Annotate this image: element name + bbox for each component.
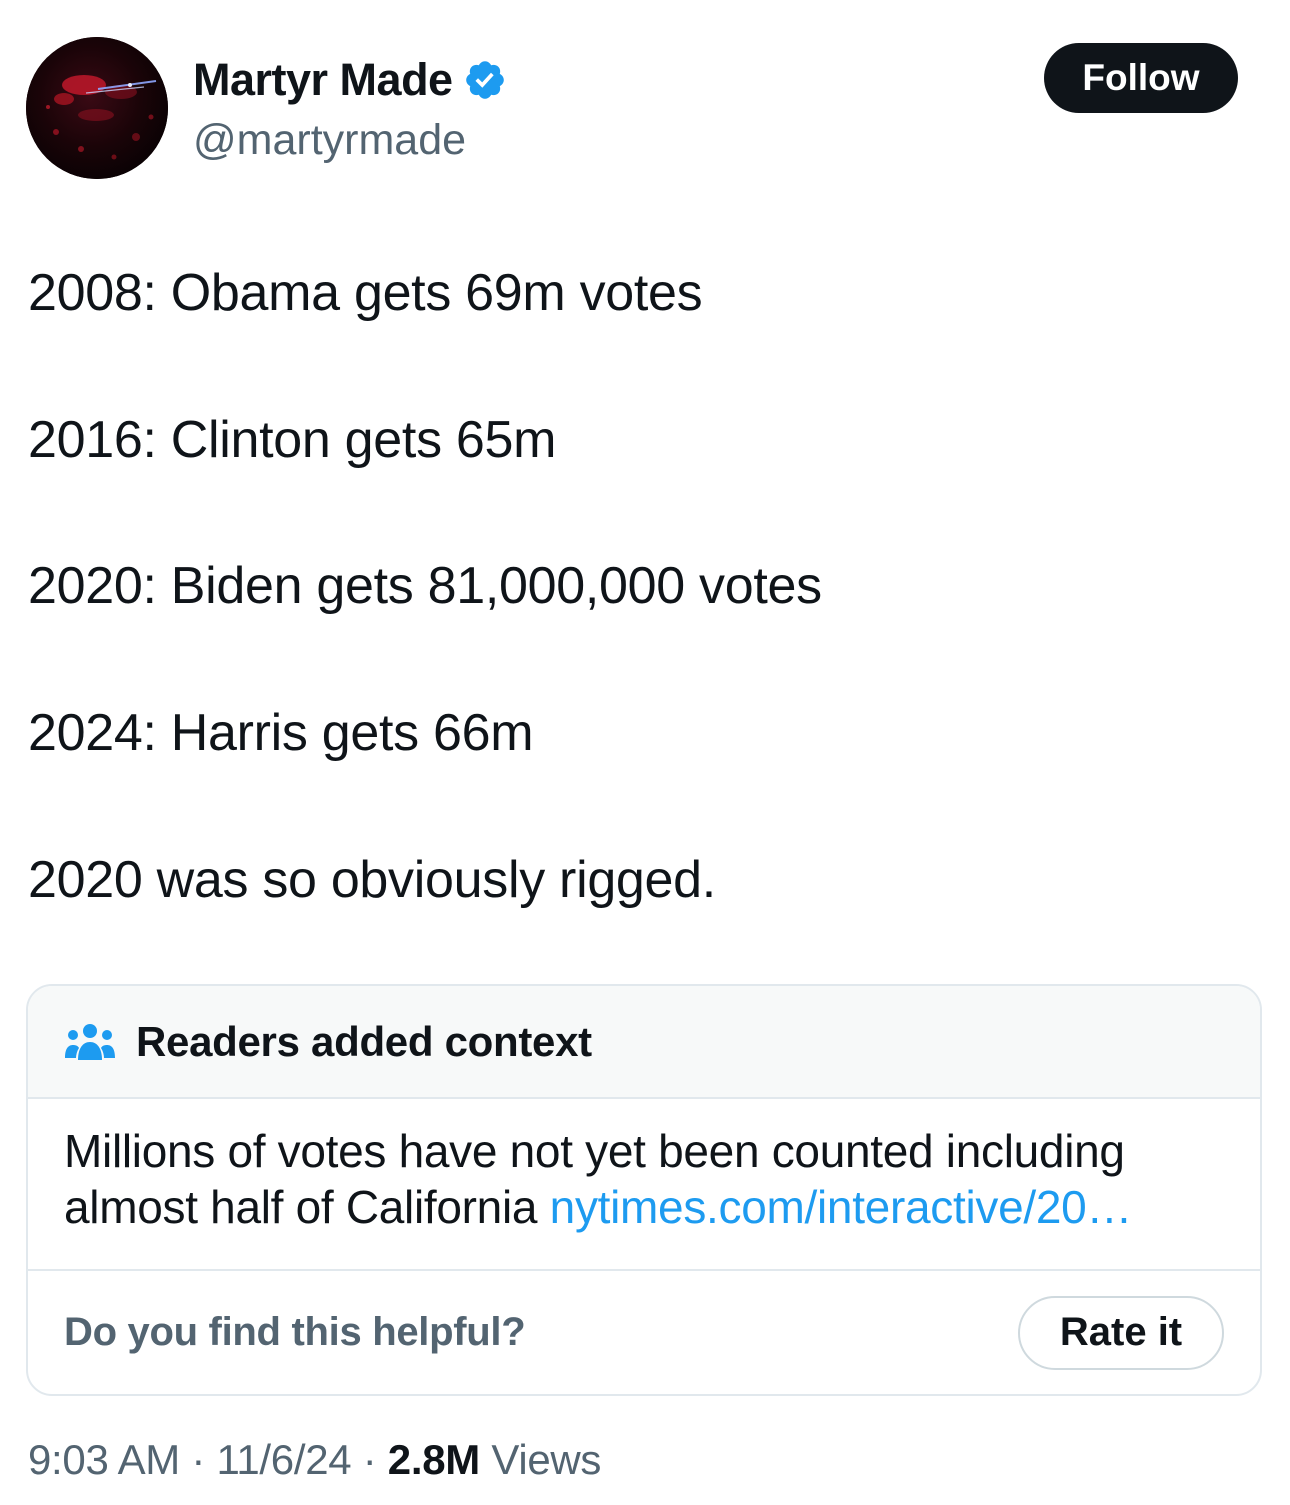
community-note-header: Readers added context xyxy=(28,986,1260,1099)
tweet-text-line: 2020: Biden gets 81,000,000 votes xyxy=(28,557,822,615)
author-handle[interactable]: @martyrmade xyxy=(193,113,466,167)
meta-separator: · xyxy=(191,1436,206,1483)
community-note-source-link[interactable]: nytimes.com/interactive/20… xyxy=(550,1181,1133,1233)
tweet-text-line: 2020 was so obviously rigged. xyxy=(28,851,716,909)
community-note-body: Millions of votes have not yet been coun… xyxy=(28,1099,1260,1271)
author-display-name[interactable]: Martyr Made xyxy=(193,52,453,108)
community-note-footer: Do you find this helpful? Rate it xyxy=(28,1271,1260,1394)
views-count: 2.8M xyxy=(387,1436,480,1483)
rate-it-button[interactable]: Rate it xyxy=(1018,1295,1224,1370)
tweet-text-line: 2016: Clinton gets 65m xyxy=(28,411,557,469)
people-icon xyxy=(65,1023,115,1060)
helpful-question: Do you find this helpful? xyxy=(64,1310,526,1354)
views-label: Views xyxy=(491,1436,602,1483)
avatar[interactable] xyxy=(26,37,168,179)
tweet-meta: 9:03 AM · 11/6/24 · 2.8M Views xyxy=(28,1432,601,1488)
follow-button[interactable]: Follow xyxy=(1044,43,1238,113)
verified-badge-icon xyxy=(465,61,504,99)
author-name-row[interactable]: Martyr Made xyxy=(193,52,507,108)
avatar-image xyxy=(26,37,168,179)
meta-separator: · xyxy=(362,1436,377,1483)
tweet-text-line: 2008: Obama gets 69m votes xyxy=(28,264,703,322)
community-note-title: Readers added context xyxy=(136,1017,592,1065)
tweet-text-line: 2024: Harris gets 66m xyxy=(28,704,534,762)
community-note-card: Readers added context Millions of votes … xyxy=(26,984,1262,1396)
tweet-date[interactable]: 11/6/24 xyxy=(216,1436,351,1483)
tweet-time[interactable]: 9:03 AM xyxy=(28,1436,180,1483)
